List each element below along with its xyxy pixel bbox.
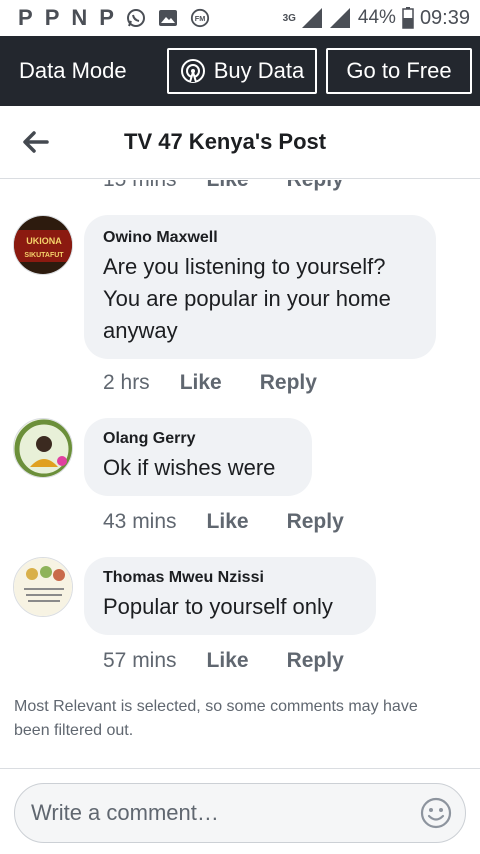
back-arrow-icon	[23, 131, 49, 153]
svg-text:SIKUTAFUT: SIKUTAFUT	[24, 252, 64, 259]
comment-meta-row: 57 mins Like Reply	[103, 649, 382, 673]
comment-time: 15 mins	[103, 180, 177, 192]
filter-note: Most Relevant is selected, so some comme…	[14, 698, 418, 739]
like-button[interactable]: Like	[207, 649, 249, 673]
comment-time: 57 mins	[103, 649, 177, 672]
comment-bubble[interactable]: Thomas Mweu Nzissi Popular to yourself o…	[84, 557, 376, 635]
post-header: TV 47 Kenya's Post	[0, 106, 480, 179]
buy-data-button[interactable]: Buy Data	[167, 48, 317, 94]
reply-button[interactable]: Reply	[287, 180, 344, 192]
comment-text-line: You are popular in your home	[103, 286, 391, 311]
notification-p-icon: P	[99, 5, 114, 30]
go-to-free-button[interactable]: Go to Free	[326, 48, 472, 94]
comment-time: 2 hrs	[103, 371, 150, 394]
comment-bubble[interactable]: Olang Gerry Ok if wishes were	[84, 418, 312, 496]
data-mode-label: Data Mode	[19, 58, 127, 83]
comment-text: Popular to yourself only	[103, 594, 333, 619]
comment-time: 43 mins	[103, 510, 177, 533]
avatar[interactable]	[13, 418, 73, 478]
like-button[interactable]: Like	[207, 180, 249, 192]
emoji-icon[interactable]	[419, 796, 453, 830]
signal-icon	[301, 8, 322, 28]
signal-icon	[329, 8, 350, 28]
status-notifications: P P N P FM	[18, 7, 210, 29]
comment-author[interactable]: Thomas Mweu Nzissi	[103, 569, 356, 587]
whatsapp-icon	[126, 9, 145, 27]
like-button[interactable]: Like	[207, 510, 249, 534]
clock: 09:39	[419, 6, 470, 29]
gallery-icon	[158, 10, 177, 26]
broadcast-icon	[180, 59, 205, 83]
avatar-image	[14, 419, 72, 477]
notification-p-icon: P	[18, 5, 33, 30]
svg-text:UKIONA: UKIONA	[26, 236, 62, 246]
notification-n-icon: N	[71, 5, 88, 30]
comment-meta-row: 15 mins Like Reply	[103, 180, 382, 192]
comment-author[interactable]: Owino Maxwell	[103, 229, 416, 247]
comment-text-line: Are you listening to yourself?	[103, 254, 386, 279]
svg-text:FM: FM	[195, 14, 206, 23]
battery-icon	[402, 7, 414, 29]
buy-data-label: Buy Data	[213, 58, 305, 83]
comment-composer-bar: Write a comment…	[0, 768, 480, 854]
data-mode-bar: Data Mode Buy Data Go to Free	[0, 36, 480, 106]
status-system: 3G 44% 09:39	[283, 7, 470, 30]
comment-text-line: anyway	[103, 318, 178, 343]
comment-author[interactable]: Olang Gerry	[103, 430, 292, 448]
reply-button[interactable]: Reply	[260, 371, 317, 395]
page-title: TV 47 Kenya's Post	[124, 129, 327, 154]
reply-button[interactable]: Reply	[287, 510, 344, 534]
comment-text: Ok if wishes were	[103, 455, 276, 480]
comment-meta-row: 43 mins Like Reply	[103, 510, 382, 534]
avatar-image	[14, 558, 72, 616]
avatar-image: UKIONA SIKUTAFUT	[14, 216, 72, 274]
back-button[interactable]	[6, 112, 66, 172]
fm-radio-icon: FM	[190, 8, 210, 28]
like-button[interactable]: Like	[180, 371, 222, 395]
go-to-free-label: Go to Free	[346, 58, 452, 83]
comment-input-placeholder: Write a comment…	[31, 800, 219, 825]
avatar[interactable]: UKIONA SIKUTAFUT	[13, 215, 73, 275]
network-type: 3G	[282, 12, 296, 24]
notification-p-icon: P	[44, 5, 60, 30]
status-bar: P P N P FM 3G 44% 09:39	[0, 0, 480, 36]
comments-list: 15 mins Like Reply UKIONA SIKUTAFUT Owin…	[0, 180, 480, 765]
comment-bubble[interactable]: Owino Maxwell Are you listening to yours…	[84, 215, 436, 359]
battery-percent: 44%	[357, 7, 396, 28]
reply-button[interactable]: Reply	[287, 649, 344, 673]
comment-meta-row: 2 hrs Like Reply	[103, 371, 355, 395]
comment-text: Are you listening to yourself? You are p…	[103, 251, 416, 347]
avatar[interactable]	[13, 557, 73, 617]
comment-input[interactable]: Write a comment…	[14, 783, 466, 843]
